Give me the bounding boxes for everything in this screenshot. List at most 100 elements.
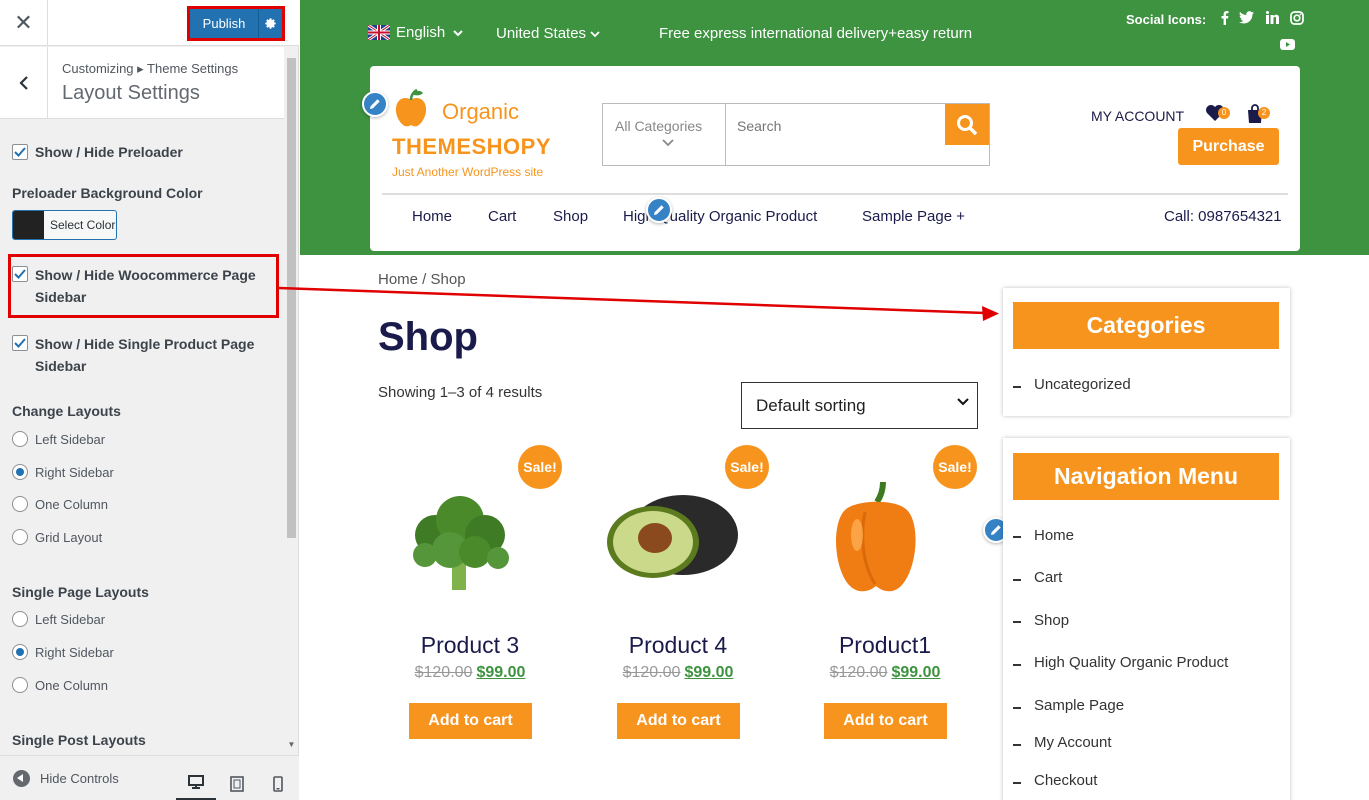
desktop-preview-button[interactable] — [176, 766, 216, 800]
customizer-footer: Hide Controls — [0, 755, 299, 800]
sidebar-nav-home[interactable]: Home — [1034, 527, 1074, 544]
publish-button[interactable]: Publish — [190, 9, 258, 38]
page-title: Shop — [378, 315, 478, 359]
uk-flag-icon — [368, 25, 390, 40]
old-price: $120.00 — [414, 664, 473, 681]
nav-shop[interactable]: Shop — [553, 208, 588, 225]
woo-sidebar-toggle-label: Show / Hide Woocommerce Page Sidebar — [35, 267, 256, 305]
hide-controls-button[interactable]: Hide Controls — [40, 771, 119, 786]
preloader-checkbox[interactable] — [12, 144, 28, 160]
scrollbar-thumb[interactable] — [287, 58, 296, 538]
sidebar-nav-cart[interactable]: Cart — [1034, 569, 1062, 586]
purchase-button[interactable]: Purchase — [1178, 128, 1279, 165]
nav-sample-page[interactable]: Sample Page + — [862, 208, 965, 225]
logo-apple-icon — [395, 88, 427, 127]
sidebar-nav-high-quality[interactable]: High Quality Organic Product — [1034, 654, 1228, 671]
single-post-layouts-label: Single Post Layouts — [12, 732, 146, 748]
logo-organic-text: Organic — [442, 99, 520, 124]
select-color-label: Select Color — [50, 218, 116, 232]
widget-title: Navigation Menu — [1013, 453, 1279, 500]
product-card[interactable]: Sale! Product 3 $120.00 $99.00 Add to car… — [380, 445, 562, 745]
checkmark-icon — [14, 338, 26, 348]
radio-right-sidebar[interactable] — [12, 464, 28, 480]
radio-left-sidebar[interactable] — [12, 431, 28, 447]
close-customizer-button[interactable]: ✕ — [0, 0, 48, 46]
logo-brand-text[interactable]: THEMESHOPY — [392, 134, 551, 160]
wishlist-button[interactable]: 0 — [1205, 104, 1230, 124]
edit-shortcut-logo[interactable] — [362, 91, 388, 117]
radio-label: Left Sidebar — [35, 612, 106, 627]
page-breadcrumb[interactable]: Home / Shop — [378, 271, 466, 288]
edit-shortcut-menu[interactable] — [646, 197, 672, 223]
woo-sidebar-checkbox[interactable] — [12, 266, 28, 282]
customizer-breadcrumb: Customizing ▸ Theme Settings — [62, 61, 239, 76]
radio-page-one-column[interactable] — [12, 677, 28, 693]
search-input[interactable] — [737, 118, 937, 134]
sidebar-nav-shop[interactable]: Shop — [1034, 612, 1069, 629]
radio-page-left-sidebar[interactable] — [12, 611, 28, 627]
youtube-icon[interactable] — [1280, 38, 1295, 53]
radio-label: Grid Layout — [35, 530, 103, 545]
nav-cart[interactable]: Cart — [488, 208, 516, 225]
instagram-icon[interactable] — [1290, 11, 1304, 28]
add-to-cart-button[interactable]: Add to cart — [409, 703, 532, 739]
result-count: Showing 1–3 of 4 results — [378, 384, 543, 401]
radio-label: One Column — [35, 497, 108, 512]
sidebar-nav-checkout[interactable]: Checkout — [1034, 772, 1097, 789]
tablet-preview-button[interactable] — [217, 766, 257, 800]
chevron-left-icon — [18, 76, 28, 90]
radio-one-column[interactable] — [12, 496, 28, 512]
facebook-icon[interactable] — [1220, 10, 1229, 28]
chevron-down-icon — [453, 29, 463, 36]
product-card[interactable]: Sale! Product1 $120.00 $99.00 Add to cart — [795, 445, 977, 745]
cart-button[interactable]: 2 — [1246, 104, 1270, 124]
product-name[interactable]: Product 4 — [588, 632, 768, 659]
color-swatch — [13, 211, 44, 239]
radio-label: Right Sidebar — [35, 645, 114, 660]
product-name[interactable]: Product1 — [795, 632, 975, 659]
twitter-icon[interactable] — [1239, 11, 1254, 27]
color-picker-button[interactable]: Select Color — [12, 210, 117, 240]
customizer-panel: ✕ Publish Customizing ▸ Theme Settings L… — [0, 0, 299, 800]
search-icon — [957, 114, 978, 135]
sale-price: $99.00 — [476, 664, 526, 681]
back-button[interactable] — [0, 47, 48, 119]
product-price: $120.00 $99.00 — [588, 664, 768, 682]
list-bullet — [1013, 621, 1021, 623]
radio-page-right-sidebar[interactable] — [12, 644, 28, 660]
publish-settings-button[interactable] — [258, 9, 282, 38]
sale-price: $99.00 — [891, 664, 941, 681]
mobile-preview-button[interactable] — [258, 766, 298, 800]
radio-grid-layout[interactable] — [12, 529, 28, 545]
country-label: United States — [496, 25, 587, 42]
linkedin-icon[interactable] — [1266, 11, 1279, 27]
product-name[interactable]: Product 3 — [380, 632, 560, 659]
list-bullet — [1013, 536, 1021, 538]
nav-home[interactable]: Home — [412, 208, 452, 225]
category-select[interactable]: All Categories — [603, 104, 726, 165]
call-number: Call: 0987654321 — [1164, 208, 1282, 225]
language-selector[interactable]: English — [368, 24, 466, 41]
category-link[interactable]: Uncategorized — [1034, 376, 1131, 393]
product-card[interactable]: Sale! Product 4 $120.00 $99.00 Add to car… — [588, 445, 769, 745]
my-account-link[interactable]: MY ACCOUNT — [1091, 108, 1184, 124]
publish-highlight-box: Publish — [187, 6, 285, 41]
hide-controls-icon[interactable] — [13, 770, 30, 787]
search-button[interactable] — [945, 104, 989, 145]
sort-select[interactable]: Default sorting — [741, 382, 978, 429]
add-to-cart-button[interactable]: Add to cart — [824, 703, 947, 739]
sidebar-nav-sample-page[interactable]: Sample Page — [1034, 697, 1124, 714]
site-header-card: Organic THEMESHOPY Just Another WordPres… — [370, 66, 1300, 251]
social-label: Social Icons: — [1126, 12, 1207, 27]
wishlist-count-badge: 0 — [1218, 107, 1230, 119]
add-to-cart-button[interactable]: Add to cart — [617, 703, 740, 739]
list-bullet — [1013, 664, 1021, 666]
panel-scrollbar[interactable] — [286, 58, 297, 753]
single-product-sidebar-checkbox[interactable] — [12, 335, 28, 351]
radio-label: Left Sidebar — [35, 432, 106, 447]
old-price: $120.00 — [622, 664, 681, 681]
sidebar-nav-my-account[interactable]: My Account — [1034, 734, 1112, 751]
country-selector[interactable]: United States — [496, 25, 600, 42]
section-title: Layout Settings — [62, 82, 200, 104]
scroll-down-arrow-icon[interactable]: ▼ — [286, 740, 297, 752]
